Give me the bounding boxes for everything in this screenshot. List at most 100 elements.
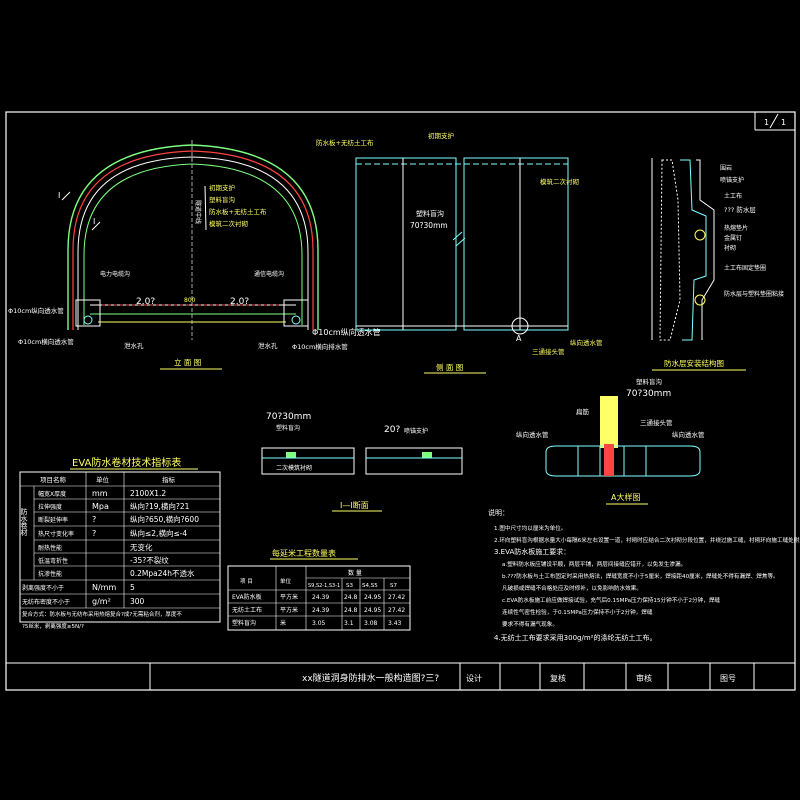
- eva-row-name: 剥离强度不小于: [22, 584, 64, 592]
- note-line: 2.环向塑料盲沟根据水量大小每隔6米左右设置一道，衬砌时应结合二次衬砌分段位置，…: [494, 536, 800, 544]
- eva-note-2: ?5丝米，剥离强度≥5N/?: [22, 622, 84, 630]
- wp-label-8: 防水层与塑料垫圈粘接: [724, 290, 784, 298]
- pipe-left2-label: Φ10cm横向透水管: [18, 337, 74, 346]
- detail-tee: [604, 444, 614, 476]
- side-right-mid: 模筑二次衬砌: [540, 177, 580, 186]
- side-title: 侧 面 图: [436, 362, 463, 372]
- section-left-bottom: 二次模筑衬砌: [276, 464, 312, 472]
- detail-coupler-right: [623, 445, 647, 477]
- wp-label-2: 土工布: [724, 192, 742, 200]
- qt-station-2: S4,S5: [362, 583, 378, 589]
- drawing-canvas: 1 1 I I 隧道中线 初期支护 塑料盲沟 防水板+无纺土工布 模筑二次衬砌 …: [5, 111, 800, 691]
- eva-h-unit: 单位: [96, 475, 110, 484]
- pipe-left-label: Φ10cm纵向透水管: [8, 306, 64, 315]
- pipe-right2-label: Φ10cm横向排水管: [292, 342, 348, 351]
- wp-lining: [696, 159, 715, 340]
- qt-row-value: 24.39: [312, 607, 329, 614]
- section-mark-right: I: [93, 217, 95, 226]
- eva-row-value: 无变化: [130, 542, 153, 552]
- eva-h-value: 指标: [162, 475, 176, 484]
- note-line: 凡破损或焊缝不合格处应及时修补，以免影响防水效果。: [502, 584, 642, 592]
- wp-pad: [694, 229, 706, 241]
- eva-row-name: 抗渗性能: [38, 570, 62, 578]
- center-dim: 800: [184, 297, 196, 304]
- wp-label-4: 热熔垫片: [724, 224, 748, 232]
- quantity-table: 每延米工程数量表 项 目 单位 数 量 S9,S2-1,S3-1 S3 S4,S…: [227, 548, 411, 631]
- drain-left-label: 泄水孔: [124, 341, 144, 350]
- left-pipe-marker: [83, 315, 93, 325]
- detail-long2-label: 纵向透水管: [672, 430, 705, 439]
- wp-label-1: 喷锚支护: [720, 176, 744, 184]
- tunnel-inner-lining: [77, 156, 309, 330]
- tb-review: 复核: [550, 673, 566, 683]
- waterproof-detail: 围岩 喷锚支护 土工布 ??? 防水层 热熔垫片 金属钉 衬砌 土工布固定垫圈 …: [651, 158, 784, 371]
- eva-row-value: -35?不裂纹: [130, 555, 169, 565]
- eva-row-value: 300: [130, 597, 145, 606]
- pipe-right-label: Φ10cm纵向透水管: [312, 327, 381, 337]
- section-right-label: 喷锚支护: [404, 427, 428, 435]
- side-tee: 三通接头管: [532, 347, 565, 356]
- side-blind-ditch-dim: 70?30mm: [410, 221, 448, 230]
- eva-table: EVA防水卷材技术指标表 项目名称 单位 指标 防水卷材 幅宽X厚度 mm 2100…: [19, 456, 221, 630]
- detail-coupler-left: [577, 445, 601, 477]
- qt-station-1: S3: [346, 583, 353, 589]
- right-cable-trench: [283, 299, 309, 327]
- right-pipe-marker: [291, 315, 301, 325]
- section-right-ditch: [422, 452, 432, 458]
- qt-row-value: 24.39: [312, 594, 329, 601]
- detail-a-view: 塑料盲沟 70?30mm 扁筋 纵向透水管 纵向透水管 三通接头管 A大样图: [516, 377, 705, 505]
- qt-station-0: S9,S2-1,S3-1: [308, 583, 340, 589]
- section-left-ditch: [286, 452, 296, 458]
- qt-row-value: 24.95: [364, 594, 381, 601]
- eva-row-value: 2100X1.2: [130, 489, 166, 498]
- drain-right-label: 泄水孔: [258, 341, 278, 350]
- qt-station-3: S7: [390, 583, 397, 589]
- eva-title: EVA防水卷材技术指标表: [72, 456, 181, 469]
- qt-row-value: 27.42: [388, 594, 405, 601]
- qt-row-value: 24.8: [344, 594, 358, 601]
- section-right-block: [365, 447, 463, 475]
- wp-washer: [694, 294, 706, 306]
- section-left-dim: 70?30mm: [266, 412, 311, 422]
- sheet-no: 1: [764, 118, 769, 127]
- left-cable-trench: [75, 299, 101, 327]
- eva-row-unit: g/m²: [92, 597, 111, 606]
- eva-row-name: 热尺寸变化率: [38, 530, 74, 538]
- detail-a-mark: A: [516, 334, 522, 343]
- qt-row-value: 3.43: [388, 620, 402, 627]
- note-line: 连续性气密性检验，于0.15MPa压力保持不小于2分钟，焊缝: [502, 608, 653, 616]
- eva-row-name: 低温弯折性: [38, 557, 68, 565]
- section-title: I—I断面: [340, 500, 369, 510]
- eva-row-name: 断裂延伸率: [38, 516, 68, 524]
- tb-design: 设计: [466, 673, 482, 683]
- side-long-pipe: 纵向透水管: [570, 338, 603, 347]
- eva-row-value: 纵向?19,横向?21: [130, 501, 190, 511]
- side-break-mark: [452, 231, 463, 241]
- gutter-right: 通信电缆沟: [254, 270, 284, 278]
- qt-h-unit: 单位: [280, 577, 292, 585]
- detail-blind-ditch: [600, 396, 618, 448]
- section-ii-view: 70?30mm 塑料盲沟 二次模筑衬砌 20? 喷锚支护 I—I断面: [261, 412, 463, 512]
- eva-row-value: 0.2Mpa24h不透水: [130, 568, 195, 578]
- section-left-label: 塑料盲沟: [276, 424, 300, 432]
- qt-row-value: 3.1: [344, 620, 354, 627]
- eva-row-unit: mm: [92, 489, 108, 498]
- qt-h-item: 项 目: [240, 578, 253, 585]
- sheet-slash: [769, 113, 779, 129]
- note-line: 要求不得有漏气现象。: [502, 620, 558, 628]
- eva-row-unit: ?: [92, 529, 96, 538]
- note-line: b.???防水板与土工布固定时采用热熔法，焊缝宽度不小于5厘米，焊接距40厘米，…: [502, 572, 779, 580]
- tb-approve: 审核: [636, 673, 652, 683]
- note-line: a.塑料防水板应铺设平顺，两层平铺，两层间接缝应错开，以免发生渗漏。: [502, 560, 686, 568]
- qt-row-value: 3.05: [312, 620, 326, 627]
- slope-left: 2.0?: [136, 297, 155, 307]
- eva-row-unit: N/mm: [92, 583, 116, 592]
- notes-title: 说明：: [488, 508, 509, 517]
- qt-row-name: 塑料盲沟: [232, 619, 256, 627]
- wp-label-5: 金属钉: [724, 234, 742, 242]
- note-line: c.EVA防水板施工前应做焊接试验，充气后0.15MPa压力保持15分钟不小于2…: [502, 596, 720, 604]
- note-line: 4.无纺土工布要求采用300g/m²的涤纶无纺土工布。: [494, 633, 656, 642]
- eva-note-1: 复合方式：防水板与无纺布采用热熔复合?成?无需粘合剂，厚度不: [22, 610, 182, 618]
- eva-row-name: 无纺布密度不小于: [22, 598, 70, 606]
- side-panel-left: [355, 157, 457, 331]
